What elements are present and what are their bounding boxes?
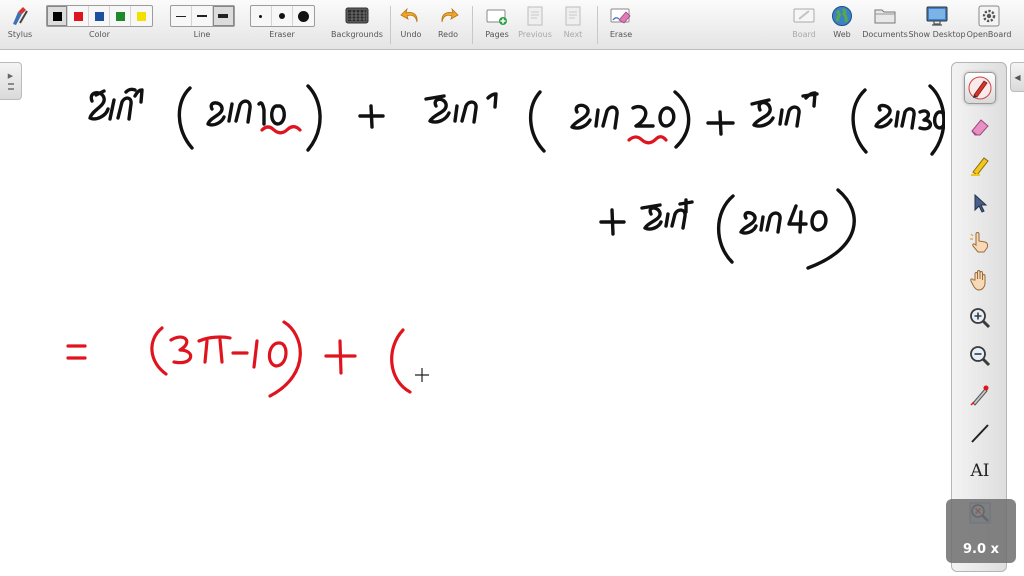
laser-pointer-tool-button[interactable] — [964, 379, 996, 411]
eraser-medium-option[interactable] — [272, 6, 293, 26]
color-swatch-yellow[interactable] — [131, 6, 152, 26]
redo-button[interactable]: Redo — [435, 5, 461, 47]
text-icon: AI — [970, 461, 990, 481]
eraser-tool-button[interactable] — [964, 111, 996, 143]
color-group: Color — [44, 5, 155, 47]
right-panel-handle[interactable]: ◀ — [1010, 62, 1024, 92]
crosshair-cursor-icon — [415, 368, 429, 382]
board-button[interactable]: Board — [789, 5, 819, 47]
stylus-button[interactable]: Stylus — [5, 5, 35, 47]
documents-label: Documents — [862, 30, 908, 39]
previous-page-icon — [523, 5, 547, 27]
board-icon — [792, 5, 816, 27]
erase-label: Erase — [609, 30, 633, 39]
collapse-arrow-icon: ◀ — [1014, 72, 1021, 82]
next-button[interactable]: Next — [558, 5, 588, 47]
documents-button[interactable]: Documents — [862, 5, 908, 47]
openboard-window: Stylus Color Line Eraser Backgrounds Und… — [0, 0, 1024, 576]
gear-icon — [977, 5, 1001, 27]
web-button[interactable]: Web — [828, 5, 856, 47]
eraser-size-options — [249, 5, 315, 27]
line-tool-button[interactable] — [964, 417, 996, 449]
show-desktop-button[interactable]: Show Desktop — [908, 5, 966, 47]
zoom-level-text: 9.0 x — [963, 542, 999, 557]
stylus-icon — [8, 5, 32, 27]
next-page-icon — [561, 5, 585, 27]
pen-tool-button[interactable] — [964, 72, 996, 104]
web-label: Web — [833, 30, 851, 39]
line-thick-option[interactable] — [212, 6, 234, 26]
selector-icon — [974, 193, 988, 213]
color-swatch-blue[interactable] — [89, 6, 110, 26]
show-desktop-label: Show Desktop — [908, 30, 966, 39]
hand-tool-button[interactable] — [964, 264, 996, 296]
undo-icon — [399, 5, 423, 27]
color-label: Color — [89, 30, 110, 39]
color-swatch-black[interactable] — [47, 6, 68, 26]
selector-tool-button[interactable] — [964, 187, 996, 219]
marker-icon — [971, 157, 989, 176]
undo-button[interactable]: Undo — [398, 5, 424, 47]
eraser-icon — [971, 119, 989, 136]
globe-icon — [830, 5, 854, 27]
eraser-large-option[interactable] — [293, 6, 314, 26]
text-tool-button[interactable]: AI — [964, 455, 996, 487]
zoom-out-icon — [970, 346, 991, 367]
play-icon — [970, 232, 989, 253]
zoom-indicator: 9.0 x — [946, 499, 1016, 563]
zoom-in-icon — [970, 308, 991, 329]
pages-label: Pages — [485, 30, 509, 39]
previous-button[interactable]: Previous — [517, 5, 553, 47]
color-swatch-green[interactable] — [110, 6, 131, 26]
zoom-in-tool-button[interactable] — [964, 302, 996, 334]
eraser-label: Eraser — [269, 30, 295, 39]
pages-button[interactable]: Pages — [482, 5, 512, 47]
eraser-small-option[interactable] — [251, 6, 272, 26]
board-label: Board — [792, 30, 816, 39]
folder-icon — [873, 5, 897, 27]
redo-icon — [436, 5, 460, 27]
next-label: Next — [563, 30, 583, 39]
color-swatch-red[interactable] — [68, 6, 89, 26]
marker-tool-button[interactable] — [964, 149, 996, 181]
line-width-options — [169, 5, 235, 27]
pen-icon — [968, 76, 992, 100]
top-toolbar: Stylus Color Line Eraser Backgrounds Und… — [0, 0, 1024, 50]
hand-icon — [970, 270, 986, 291]
openboard-label: OpenBoard — [966, 30, 1012, 39]
redo-label: Redo — [437, 30, 459, 39]
erase-board-icon — [609, 5, 633, 27]
laser-pointer-icon — [970, 385, 989, 406]
add-page-icon — [485, 5, 509, 27]
color-swatches — [46, 5, 153, 27]
play-tool-button[interactable] — [964, 226, 996, 258]
backgrounds-button[interactable]: Backgrounds — [331, 5, 383, 47]
backgrounds-label: Backgrounds — [331, 30, 383, 39]
eraser-group: Eraser — [248, 5, 316, 47]
line-icon — [971, 424, 989, 443]
desktop-icon — [925, 5, 949, 27]
stylus-label: Stylus — [7, 30, 33, 39]
line-medium-option[interactable] — [192, 6, 213, 26]
erase-button[interactable]: Erase — [606, 5, 636, 47]
line-group: Line — [168, 5, 236, 47]
stylus-palette: AI — [951, 62, 1007, 572]
board-canvas[interactable] — [0, 51, 945, 576]
zoom-out-tool-button[interactable] — [964, 340, 996, 372]
line-label: Line — [193, 30, 211, 39]
backgrounds-icon — [345, 5, 369, 27]
line-thin-option[interactable] — [171, 6, 192, 26]
previous-label: Previous — [518, 30, 552, 39]
undo-label: Undo — [400, 30, 422, 39]
openboard-menu-button[interactable]: OpenBoard — [967, 5, 1011, 47]
